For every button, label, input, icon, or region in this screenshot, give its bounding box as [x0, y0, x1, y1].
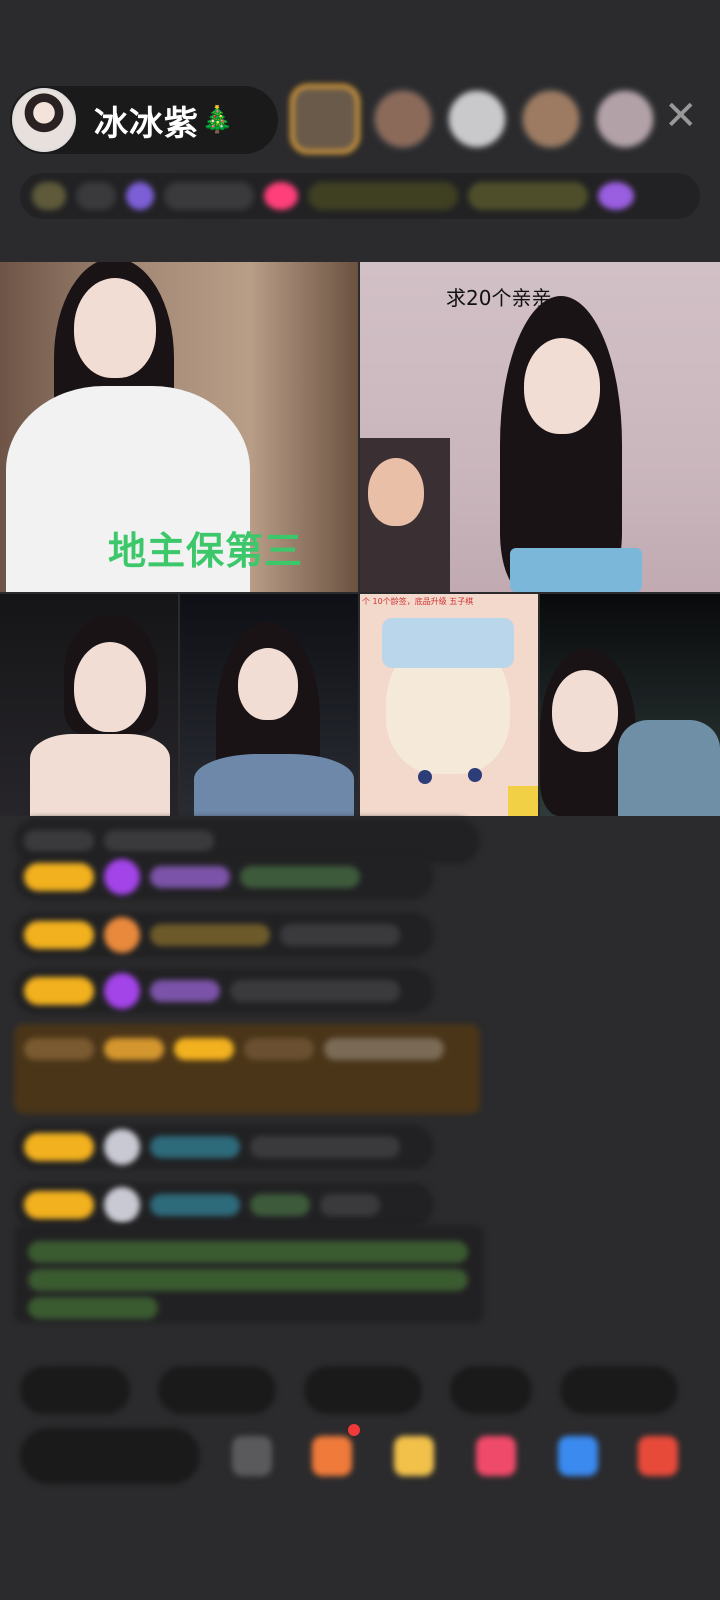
chat-message[interactable]	[14, 912, 434, 958]
info-chip[interactable]	[126, 182, 154, 210]
streamer-top	[194, 754, 354, 816]
more-icon[interactable]	[638, 1436, 678, 1476]
notification-dot	[348, 1424, 360, 1436]
shop-icon[interactable]	[312, 1436, 352, 1476]
sticker	[508, 786, 538, 816]
chat-text	[324, 1038, 444, 1060]
quick-chip[interactable]	[304, 1366, 422, 1414]
info-chip[interactable]	[598, 182, 634, 210]
viewer-avatar[interactable]	[594, 88, 656, 150]
streamer-face	[524, 338, 600, 434]
top-viewers-list	[290, 84, 656, 154]
chat-username	[244, 1038, 314, 1060]
info-chip[interactable]	[164, 182, 254, 210]
video-tile[interactable]	[0, 594, 178, 816]
chat-username	[150, 1136, 240, 1158]
chat-message[interactable]	[14, 1124, 434, 1170]
host-name: 冰冰紫	[94, 103, 199, 144]
quick-chip[interactable]	[450, 1366, 532, 1414]
video-tile[interactable]: 个 10个龄签，底品升级 五子棋	[360, 594, 538, 816]
level-badge	[24, 921, 94, 949]
host-profile-pill[interactable]: 冰冰紫 🎄	[10, 86, 278, 154]
chat-text	[280, 924, 400, 946]
streamer-top	[510, 548, 642, 592]
level-badge	[24, 1133, 94, 1161]
info-bar	[20, 173, 700, 219]
host-avatar[interactable]	[12, 88, 76, 152]
gem-icon	[104, 973, 140, 1009]
pip-face	[368, 458, 424, 526]
video-tile[interactable]	[540, 594, 720, 816]
gift-badge	[24, 1038, 94, 1060]
info-chip[interactable]	[32, 182, 66, 210]
mascot-eye	[468, 768, 482, 782]
tile-overlay-text: 求20个亲亲	[446, 286, 552, 310]
chat-message[interactable]	[14, 968, 434, 1014]
pip-video[interactable]	[360, 438, 450, 592]
gift-message[interactable]	[14, 1024, 480, 1114]
video-grid: 地主保第三 求20个亲亲 个 10个龄签，底品升级 五子棋	[0, 262, 720, 816]
tile-overlay-text: 地主保第三	[108, 529, 304, 573]
quick-chip[interactable]	[158, 1366, 276, 1414]
layout-icon[interactable]	[232, 1436, 272, 1476]
gem-icon	[104, 859, 140, 895]
video-tile[interactable]: 地主保第三	[0, 262, 358, 592]
video-tile[interactable]	[180, 594, 358, 816]
chat-text	[250, 1136, 400, 1158]
close-icon[interactable]: ✕	[664, 96, 698, 136]
quick-chip[interactable]	[20, 1366, 130, 1414]
chat-username	[150, 1194, 240, 1216]
chat-username	[24, 830, 94, 852]
streamer-face	[552, 670, 618, 752]
chat-text	[250, 1194, 310, 1216]
level-badge	[24, 1191, 94, 1219]
chat-message[interactable]	[14, 854, 434, 900]
info-chip[interactable]	[308, 182, 458, 210]
gift-badge	[104, 1038, 164, 1060]
viewer-avatar[interactable]	[446, 88, 508, 150]
streamer-face	[238, 648, 298, 720]
info-chip[interactable]	[264, 182, 298, 210]
notice-line	[28, 1269, 468, 1291]
level-badge	[24, 863, 94, 891]
notice-line	[28, 1241, 468, 1263]
chat-text	[230, 980, 400, 1002]
chat-message[interactable]	[14, 1182, 434, 1228]
chat-input[interactable]	[20, 1428, 200, 1484]
info-chip[interactable]	[76, 182, 116, 210]
heart-icon[interactable]	[476, 1436, 516, 1476]
badge-icon	[104, 917, 140, 953]
viewer-avatar[interactable]	[290, 84, 360, 154]
notice-line	[28, 1297, 158, 1319]
level-badge	[24, 977, 94, 1005]
chat-username	[150, 980, 220, 1002]
streamer-face	[74, 278, 156, 378]
chat-username	[150, 866, 230, 888]
mascot-eye	[418, 770, 432, 784]
bottom-toolbar	[20, 1424, 720, 1488]
viewer-avatar[interactable]	[520, 88, 582, 150]
streamer-body	[618, 720, 720, 816]
system-notice	[14, 1225, 484, 1323]
chat-text	[104, 830, 214, 852]
video-tile[interactable]: 求20个亲亲	[360, 262, 720, 592]
gift-icon[interactable]	[394, 1436, 434, 1476]
christmas-tree-icon: 🎄	[201, 105, 234, 135]
streamer-face	[74, 642, 146, 732]
badge-icon	[104, 1187, 140, 1223]
chat-text	[240, 866, 360, 888]
info-chip[interactable]	[468, 182, 588, 210]
viewer-avatar[interactable]	[372, 88, 434, 150]
share-icon[interactable]	[558, 1436, 598, 1476]
quick-chip[interactable]	[560, 1366, 678, 1414]
chat-username	[150, 924, 270, 946]
mascot-hat	[382, 618, 514, 668]
tile-overlay-text: 个 10个龄签，底品升级 五子棋	[362, 597, 474, 606]
quick-chips	[20, 1366, 678, 1414]
level-badge	[174, 1038, 234, 1060]
streamer-body	[30, 734, 170, 816]
chat-text	[320, 1194, 380, 1216]
badge-icon	[104, 1129, 140, 1165]
